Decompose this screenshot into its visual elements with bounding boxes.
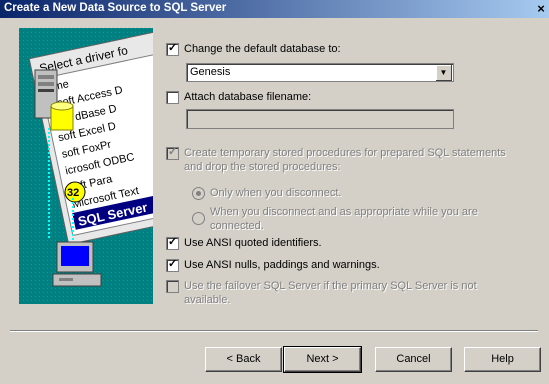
ansi-quoted-label[interactable]: Use ANSI quoted identifiers. xyxy=(184,236,322,250)
failover-row: Use the failover SQL Server if the prima… xyxy=(166,279,477,307)
change-default-db-row[interactable]: Change the default database to: xyxy=(166,41,341,56)
radio-disconnect-label: Only when you disconnect. xyxy=(210,187,342,199)
temp-procs-row: Create temporary stored procedures for p… xyxy=(166,145,506,174)
cancel-button[interactable]: Cancel xyxy=(375,347,452,372)
failover-checkbox xyxy=(166,280,179,293)
temp-procs-label-line1: Create temporary stored procedures for p… xyxy=(184,147,506,159)
window-title: Create a New Data Source to SQL Server xyxy=(4,2,227,14)
database-icon xyxy=(50,101,74,131)
badge-text: 32 xyxy=(67,187,79,199)
radio-appropriate xyxy=(192,212,205,225)
temp-procs-label: Create temporary stored procedures for p… xyxy=(184,146,506,174)
temp-procs-label-line2: and drop the stored procedures: xyxy=(184,161,341,173)
dialog-window: Create a New Data Source to SQL Server ×… xyxy=(0,0,549,384)
driver-list-graphic: Select a driver fo ame osoft Access D so… xyxy=(19,28,153,304)
32-bit-badge-icon: 32 xyxy=(64,181,86,203)
ansi-quoted-checkbox[interactable] xyxy=(166,235,179,250)
radio-appropriate-label-line1: When you disconnect and as appropriate w… xyxy=(210,206,478,218)
default-database-value: Genesis xyxy=(190,66,231,78)
back-button[interactable]: < Back xyxy=(205,347,282,372)
next-button[interactable]: Next > xyxy=(283,346,362,373)
failover-label-line1: Use the failover SQL Server if the prima… xyxy=(184,280,477,292)
default-database-select[interactable]: Genesis ▼ xyxy=(186,63,454,82)
ansi-nulls-checkbox[interactable] xyxy=(166,257,179,272)
attach-filename-row[interactable]: Attach database filename: xyxy=(166,90,311,104)
wizard-illustration: Select a driver fo ame osoft Access D so… xyxy=(19,28,153,304)
temp-procs-checkbox xyxy=(166,145,179,160)
change-default-db-checkbox[interactable] xyxy=(166,41,179,56)
radio-appropriate-label: When you disconnect and as appropriate w… xyxy=(210,205,478,233)
radio-disconnect xyxy=(192,187,205,200)
radio-disconnect-row: Only when you disconnect. xyxy=(192,186,341,200)
attach-filename-label[interactable]: Attach database filename: xyxy=(184,90,311,104)
change-default-db-label[interactable]: Change the default database to: xyxy=(184,42,341,56)
ansi-quoted-row[interactable]: Use ANSI quoted identifiers. xyxy=(166,235,322,250)
title-bar[interactable]: Create a New Data Source to SQL Server × xyxy=(0,0,549,18)
help-button[interactable]: Help xyxy=(464,347,541,372)
ansi-nulls-row[interactable]: Use ANSI nulls, paddings and warnings. xyxy=(166,257,380,272)
radio-appropriate-row: When you disconnect and as appropriate w… xyxy=(192,205,478,233)
failover-label: Use the failover SQL Server if the prima… xyxy=(184,279,477,307)
attach-filename-input xyxy=(186,109,454,129)
ansi-nulls-label[interactable]: Use ANSI nulls, paddings and warnings. xyxy=(184,258,380,272)
chevron-down-icon[interactable]: ▼ xyxy=(436,65,452,81)
button-separator xyxy=(10,330,538,332)
close-icon[interactable]: × xyxy=(533,0,549,18)
failover-label-line2: available. xyxy=(184,294,231,306)
radio-appropriate-label-line2: connected. xyxy=(210,220,264,232)
attach-filename-checkbox[interactable] xyxy=(166,91,179,104)
